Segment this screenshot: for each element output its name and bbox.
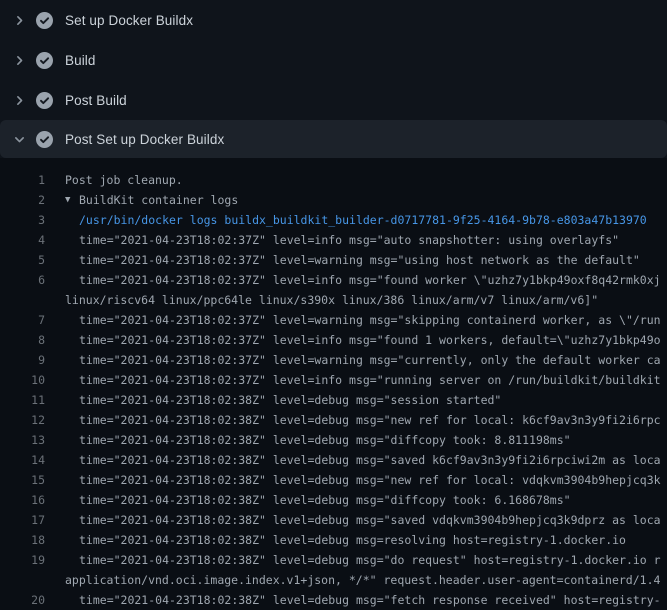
log-text: time="2021-04-23T18:02:38Z" level=debug … bbox=[65, 550, 661, 570]
log-line: 13 time="2021-04-23T18:02:38Z" level=debu… bbox=[0, 430, 667, 450]
step-section-label: Post Build bbox=[65, 93, 127, 108]
log-line: 19 time="2021-04-23T18:02:38Z" level=debu… bbox=[0, 550, 667, 570]
log-line-number[interactable]: 16 bbox=[0, 490, 45, 510]
log-line-number bbox=[0, 290, 45, 310]
log-text: time="2021-04-23T18:02:38Z" level=debug … bbox=[65, 430, 571, 450]
log-text: time="2021-04-23T18:02:38Z" level=debug … bbox=[65, 450, 661, 470]
log-text: time="2021-04-23T18:02:37Z" level=warnin… bbox=[65, 250, 640, 270]
log-line-number[interactable]: 11 bbox=[0, 390, 45, 410]
log-line-number[interactable]: 10 bbox=[0, 370, 45, 390]
chevron-right-icon bbox=[12, 52, 26, 68]
log-line-number[interactable]: 18 bbox=[0, 530, 45, 550]
workflow-log-viewer: Set up Docker Buildx Build Post Build Post … bbox=[0, 0, 667, 600]
step-section-post-build[interactable]: Post Build bbox=[0, 80, 667, 120]
log-line-number[interactable]: 4 bbox=[0, 230, 45, 250]
check-circle-icon bbox=[36, 12, 53, 29]
log-line: 12 time="2021-04-23T18:02:38Z" level=debu… bbox=[0, 410, 667, 430]
chevron-right-icon bbox=[12, 92, 26, 108]
log-line: 1 Post job cleanup. bbox=[0, 170, 667, 190]
log-text: BuildKit container logs bbox=[79, 190, 238, 210]
log-command-text: /usr/bin/docker logs buildx_buildkit_bui… bbox=[65, 210, 647, 230]
log-line-number[interactable]: 8 bbox=[0, 330, 45, 350]
log-line: 18 time="2021-04-23T18:02:38Z" level=debu… bbox=[0, 530, 667, 550]
log-text: time="2021-04-23T18:02:38Z" level=debug … bbox=[65, 390, 501, 410]
step-section-post-set-up-docker-buildx[interactable]: Post Set up Docker Buildx bbox=[0, 120, 667, 158]
log-line: 11 time="2021-04-23T18:02:38Z" level=debu… bbox=[0, 390, 667, 410]
log-text: time="2021-04-23T18:02:37Z" level=info m… bbox=[65, 270, 661, 290]
log-line-number[interactable]: 12 bbox=[0, 410, 45, 430]
log-line-number[interactable]: 6 bbox=[0, 270, 45, 290]
log-group-expander-icon[interactable]: ▼ bbox=[65, 190, 79, 210]
log-line: 20 time="2021-04-23T18:02:38Z" level=debu… bbox=[0, 590, 667, 610]
log-text: time="2021-04-23T18:02:38Z" level=debug … bbox=[65, 490, 571, 510]
log-line: 15 time="2021-04-23T18:02:38Z" level=debu… bbox=[0, 470, 667, 490]
log-line: 10 time="2021-04-23T18:02:37Z" level=info… bbox=[0, 370, 667, 390]
step-section-label: Build bbox=[65, 53, 96, 68]
log-line-number[interactable]: 7 bbox=[0, 310, 45, 330]
log-line-number[interactable]: 17 bbox=[0, 510, 45, 530]
log-line: 9 time="2021-04-23T18:02:37Z" level=warni… bbox=[0, 350, 667, 370]
log-line-number[interactable]: 20 bbox=[0, 590, 45, 610]
log-text: time="2021-04-23T18:02:38Z" level=debug … bbox=[65, 590, 661, 610]
step-section-label: Post Set up Docker Buildx bbox=[65, 132, 224, 147]
log-line-number[interactable]: 5 bbox=[0, 250, 45, 270]
check-circle-icon bbox=[36, 52, 53, 69]
log-text: time="2021-04-23T18:02:38Z" level=debug … bbox=[65, 510, 661, 530]
log-text: time="2021-04-23T18:02:37Z" level=warnin… bbox=[65, 310, 661, 330]
log-line: 16 time="2021-04-23T18:02:38Z" level=debu… bbox=[0, 490, 667, 510]
log-line-number[interactable]: 3 bbox=[0, 210, 45, 230]
log-line-number[interactable]: 2 bbox=[0, 190, 45, 210]
chevron-right-icon bbox=[12, 12, 26, 28]
log-line: linux/riscv64 linux/ppc64le linux/s390x … bbox=[0, 290, 667, 310]
log-text: time="2021-04-23T18:02:38Z" level=debug … bbox=[65, 410, 661, 430]
log-text: time="2021-04-23T18:02:38Z" level=debug … bbox=[65, 470, 661, 490]
log-line: 3/usr/bin/docker logs buildx_buildkit_bu… bbox=[0, 210, 667, 230]
step-section-label: Set up Docker Buildx bbox=[65, 13, 193, 28]
chevron-down-icon bbox=[12, 131, 26, 147]
log-line: 14 time="2021-04-23T18:02:38Z" level=debu… bbox=[0, 450, 667, 470]
log-line-number[interactable]: 9 bbox=[0, 350, 45, 370]
log-line-number[interactable]: 15 bbox=[0, 470, 45, 490]
step-section-set-up-docker-buildx[interactable]: Set up Docker Buildx bbox=[0, 0, 667, 40]
log-line: application/vnd.oci.image.index.v1+json,… bbox=[0, 570, 667, 590]
log-line-number[interactable]: 1 bbox=[0, 170, 45, 190]
log-text: time="2021-04-23T18:02:37Z" level=warnin… bbox=[65, 350, 661, 370]
log-line-number[interactable]: 14 bbox=[0, 450, 45, 470]
log-text: linux/riscv64 linux/ppc64le linux/s390x … bbox=[65, 290, 598, 310]
log-line: 8 time="2021-04-23T18:02:37Z" level=info … bbox=[0, 330, 667, 350]
log-line: 7 time="2021-04-23T18:02:37Z" level=warni… bbox=[0, 310, 667, 330]
log-text: application/vnd.oci.image.index.v1+json,… bbox=[65, 570, 660, 590]
log-line-number[interactable]: 13 bbox=[0, 430, 45, 450]
check-circle-icon bbox=[36, 131, 53, 148]
log-line-number bbox=[0, 570, 45, 590]
log-text: time="2021-04-23T18:02:37Z" level=info m… bbox=[65, 370, 661, 390]
log-line: 5 time="2021-04-23T18:02:37Z" level=warni… bbox=[0, 250, 667, 270]
log-console: 1 Post job cleanup. 2 ▼BuildKit container l… bbox=[0, 158, 667, 610]
check-circle-icon bbox=[36, 92, 53, 109]
log-line: 6 time="2021-04-23T18:02:37Z" level=info … bbox=[0, 270, 667, 290]
log-text: time="2021-04-23T18:02:37Z" level=info m… bbox=[65, 330, 661, 350]
log-line: 17 time="2021-04-23T18:02:38Z" level=debu… bbox=[0, 510, 667, 530]
log-line-number[interactable]: 19 bbox=[0, 550, 45, 570]
step-section-build[interactable]: Build bbox=[0, 40, 667, 80]
log-text: time="2021-04-23T18:02:37Z" level=info m… bbox=[65, 230, 619, 250]
job-steps-list: Set up Docker Buildx Build Post Build Post … bbox=[0, 0, 667, 158]
log-line: 4 time="2021-04-23T18:02:37Z" level=info … bbox=[0, 230, 667, 250]
log-line: 2 ▼BuildKit container logs bbox=[0, 190, 667, 210]
log-text: Post job cleanup. bbox=[65, 170, 183, 190]
log-text: time="2021-04-23T18:02:38Z" level=debug … bbox=[65, 530, 626, 550]
